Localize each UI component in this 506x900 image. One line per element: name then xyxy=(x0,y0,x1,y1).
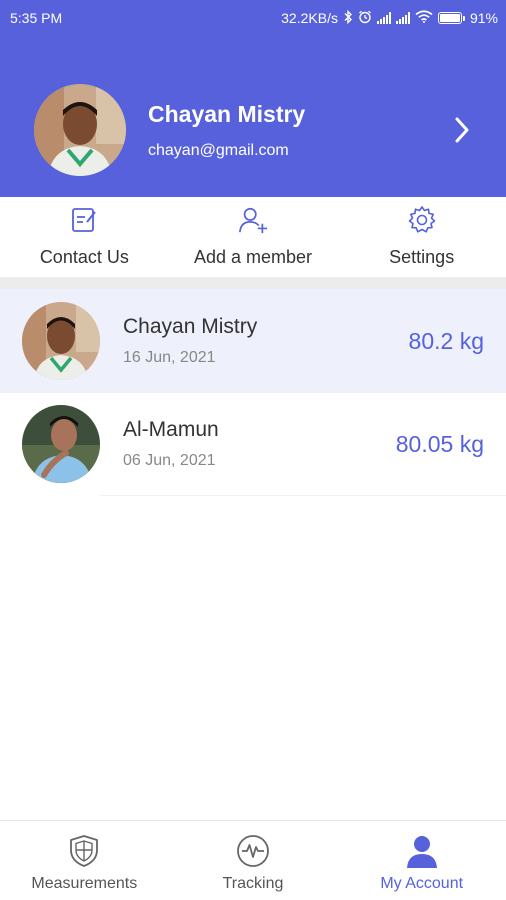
member-row[interactable]: Chayan Mistry 16 Jun, 2021 80.2 kg xyxy=(0,289,506,393)
bluetooth-icon xyxy=(343,9,353,27)
nav-my-account[interactable]: My Account xyxy=(337,821,506,900)
quick-actions: Contact Us Add a member Settings xyxy=(0,197,506,277)
profile-email: chayan@gmail.com xyxy=(148,141,289,159)
settings-label: Settings xyxy=(389,247,455,267)
member-date: 16 Jun, 2021 xyxy=(123,349,216,366)
member-name: Al-Mamun xyxy=(123,418,219,441)
status-time: 5:35 PM xyxy=(10,10,63,26)
gear-icon xyxy=(407,205,437,235)
signal-icon xyxy=(376,12,391,24)
status-bar: 5:35 PM 32.2KB/s 91% xyxy=(0,0,506,36)
profile-name: Chayan Mistry xyxy=(148,100,306,127)
account-icon xyxy=(404,833,440,869)
pulse-icon xyxy=(235,833,271,869)
member-weight: 80.2 kg xyxy=(408,327,484,354)
nav-my-account-label: My Account xyxy=(380,875,464,892)
chevron-right-icon[interactable] xyxy=(450,115,474,145)
profile-info: Chayan Mistry chayan@gmail.com xyxy=(148,101,450,160)
profile-header: 5:35 PM 32.2KB/s 91% Chayan Mistry chaya… xyxy=(0,0,506,197)
status-indicators: 32.2KB/s 91% xyxy=(281,9,498,27)
nav-tracking[interactable]: Tracking xyxy=(169,821,338,900)
profile-card[interactable]: Chayan Mistry chayan@gmail.com xyxy=(34,84,474,176)
battery-icon xyxy=(437,12,465,24)
network-speed: 32.2KB/s xyxy=(281,10,338,26)
add-user-icon xyxy=(238,205,268,235)
nav-measurements-label: Measurements xyxy=(31,875,138,892)
profile-avatar[interactable] xyxy=(34,84,126,176)
wifi-icon xyxy=(415,10,433,26)
add-member-button[interactable]: Add a member xyxy=(169,197,338,277)
member-row[interactable]: Al-Mamun 06 Jun, 2021 80.05 kg xyxy=(0,392,506,496)
member-avatar xyxy=(22,405,100,483)
member-weight: 80.05 kg xyxy=(395,430,484,457)
shield-icon xyxy=(66,833,102,869)
contact-us-button[interactable]: Contact Us xyxy=(0,197,169,277)
signal-icon xyxy=(395,12,410,24)
member-date: 06 Jun, 2021 xyxy=(123,452,216,469)
settings-button[interactable]: Settings xyxy=(337,197,506,277)
member-avatar xyxy=(22,302,100,380)
battery-percent: 91% xyxy=(469,10,498,26)
member-name: Chayan Mistry xyxy=(123,315,258,338)
nav-measurements[interactable]: Measurements xyxy=(0,821,169,900)
nav-tracking-label: Tracking xyxy=(222,875,284,892)
bottom-navigation: Measurements Tracking My Account xyxy=(0,820,506,900)
add-member-label: Add a member xyxy=(193,247,313,267)
member-info: Al-Mamun 06 Jun, 2021 xyxy=(123,418,396,470)
member-info: Chayan Mistry 16 Jun, 2021 xyxy=(123,315,409,367)
section-divider xyxy=(0,277,506,289)
edit-note-icon xyxy=(69,205,99,235)
alarm-icon xyxy=(358,10,372,27)
contact-us-label: Contact Us xyxy=(39,247,129,267)
list-divider xyxy=(100,495,506,496)
